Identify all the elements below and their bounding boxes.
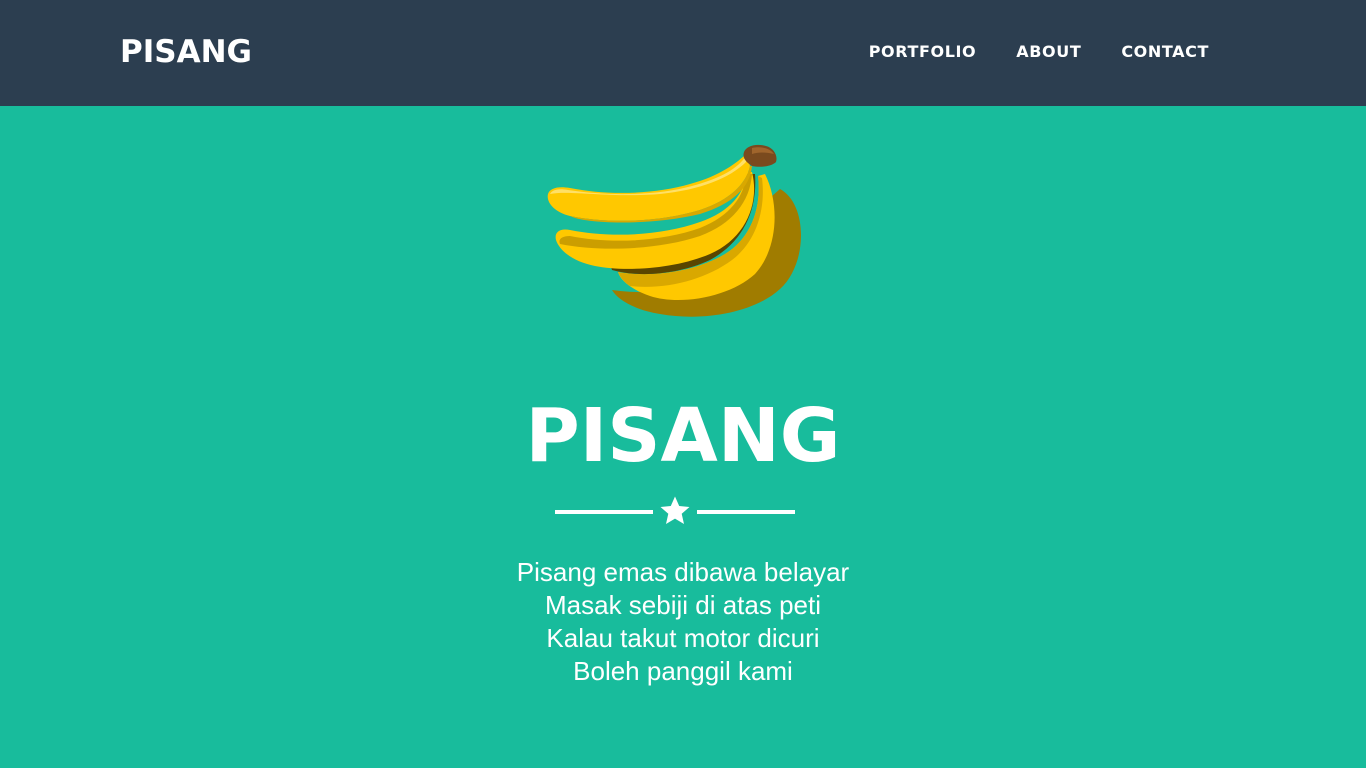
nav-item-portfolio: PORTFOLIO <box>869 41 977 63</box>
page-title: PISANG <box>525 393 841 479</box>
nav-item-about: ABOUT <box>1016 41 1081 63</box>
nav-item-contact: CONTACT <box>1121 41 1209 63</box>
brand-logo-link[interactable]: PISANG <box>120 33 252 71</box>
nav-link-contact[interactable]: CONTACT <box>1121 42 1209 61</box>
banana-bunch-icon <box>547 144 801 317</box>
hero-section: PISANG Pisang emas dibawa belayar Masak … <box>0 106 1366 768</box>
nav-link-about[interactable]: ABOUT <box>1016 42 1081 61</box>
tagline-line: Boleh panggil kami <box>573 656 793 686</box>
navbar: PISANG PORTFOLIO ABOUT CONTACT <box>0 0 1366 106</box>
star-divider <box>555 494 795 530</box>
nav-link-portfolio[interactable]: PORTFOLIO <box>869 42 977 61</box>
star-icon <box>660 496 690 524</box>
divider-line-right <box>697 510 795 514</box>
tagline-line: Pisang emas dibawa belayar <box>516 557 850 587</box>
nav-menu: PORTFOLIO ABOUT CONTACT <box>869 41 1209 63</box>
tagline-line: Masak sebiji di atas peti <box>544 590 822 620</box>
divider-line-left <box>555 510 653 514</box>
tagline-line: Kalau takut motor dicuri <box>546 623 820 653</box>
hero-tagline: Pisang emas dibawa belayar Masak sebiji … <box>0 556 1366 688</box>
